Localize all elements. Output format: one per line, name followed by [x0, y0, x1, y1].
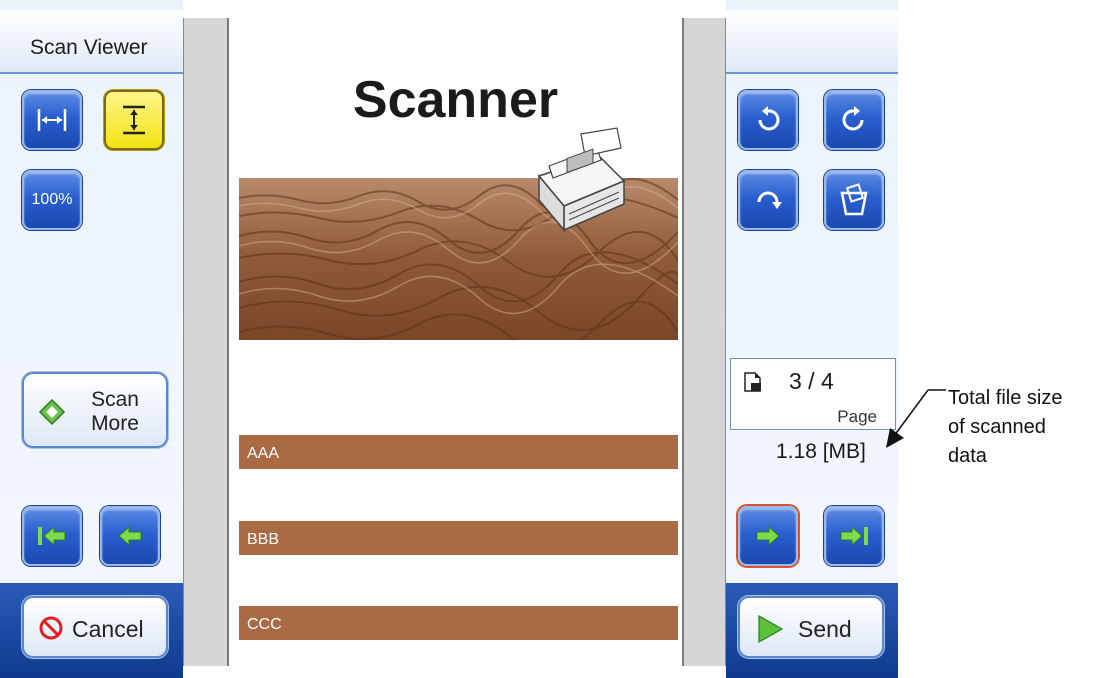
scan-more-label-line2: More — [91, 412, 139, 435]
page-counter: 3 / 4 — [789, 368, 834, 394]
cancel-label: Cancel — [72, 616, 144, 642]
rotate-180-icon — [757, 191, 782, 209]
document-title: Scanner — [352, 71, 559, 129]
zoom-100-label: 100% — [31, 191, 73, 208]
fit-height-icon — [123, 105, 145, 135]
fit-width-icon — [37, 109, 67, 131]
first-page-button[interactable] — [22, 506, 82, 566]
rotate-left-button[interactable] — [738, 90, 798, 150]
page-info-box: 3 / 4 Page — [730, 358, 896, 430]
scan-more-button[interactable]: Scan More — [22, 372, 168, 448]
scan-more-label-line1: Scan — [91, 388, 139, 411]
annotation-text: Total file size of scanned data — [948, 384, 1098, 471]
rotate-right-icon — [842, 106, 864, 131]
cancel-button[interactable]: Cancel — [22, 596, 168, 658]
zoom-100-button[interactable]: 100% — [22, 170, 82, 230]
next-page-icon — [756, 525, 780, 547]
document-icon — [744, 372, 761, 392]
scanner-illustration — [537, 127, 626, 233]
document-bar-ccc: CCC — [239, 606, 678, 640]
annotation-line1: Total file size — [948, 387, 1063, 409]
document-bar-aaa: AAA — [239, 435, 678, 469]
document-bar-bbb: BBB — [239, 521, 678, 555]
rotate-right-button[interactable] — [824, 90, 884, 150]
fit-width-button[interactable] — [22, 90, 82, 150]
next-page-button[interactable] — [738, 506, 798, 566]
window-title: Scan Viewer — [30, 36, 148, 59]
cancel-icon — [39, 616, 63, 640]
send-icon — [758, 614, 784, 644]
trash-icon — [840, 183, 868, 216]
rotate-left-icon — [758, 106, 780, 131]
right-title-bar — [726, 10, 898, 74]
fit-height-button[interactable] — [104, 90, 164, 150]
scan-viewer-screen: Scan Viewer 100% Scan More Cancel Scanne… — [0, 0, 1101, 678]
last-page-button[interactable] — [824, 506, 884, 566]
annotation-line2: of scanned — [948, 416, 1046, 438]
scanned-page-preview: Scanner AAA BBB CCC — [227, 18, 684, 666]
file-size-value: 1.18 [MB] — [776, 440, 866, 463]
page-label: Page — [837, 407, 877, 426]
send-label: Send — [798, 616, 852, 642]
delete-page-button[interactable] — [824, 170, 884, 230]
rotate-180-button[interactable] — [738, 170, 798, 230]
annotation-arrow — [886, 389, 946, 448]
title-bar: Scan Viewer — [0, 10, 183, 74]
scan-more-icon — [38, 398, 66, 426]
send-button[interactable]: Send — [738, 596, 884, 658]
annotation-line3: data — [948, 445, 987, 467]
previous-page-button[interactable] — [100, 506, 160, 566]
scan-more-label: Scan More — [84, 388, 146, 436]
previous-page-icon — [118, 525, 142, 547]
last-page-icon — [840, 525, 868, 547]
first-page-icon — [38, 525, 66, 547]
